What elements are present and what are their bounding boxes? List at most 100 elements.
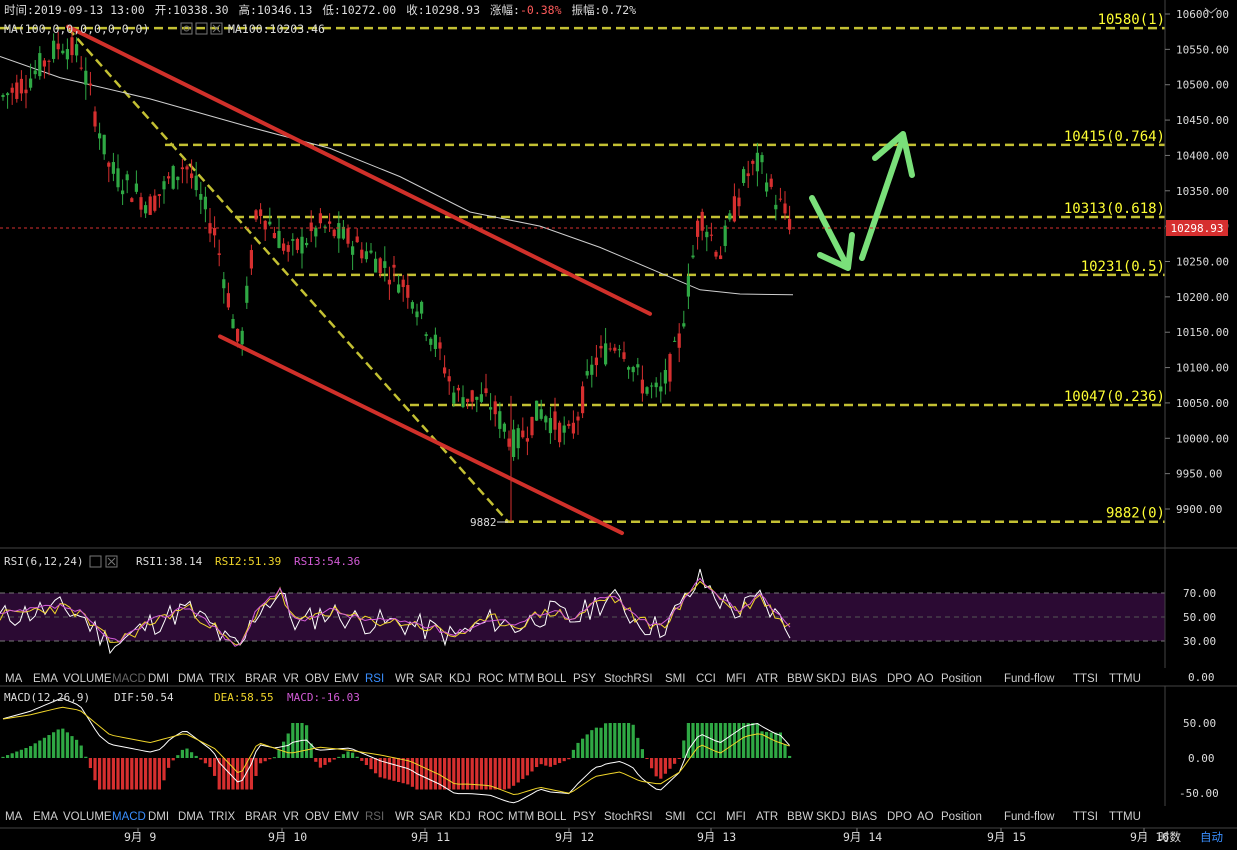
indicator-tab[interactable]: EMA [33,811,58,823]
indicator-tab[interactable]: BRAR [245,811,277,823]
indicator-tab[interactable]: MTM [508,673,534,685]
indicator-tab[interactable]: OBV [305,811,330,823]
indicator-tab[interactable]: ROC [478,811,504,823]
indicator-tab[interactable]: DMI [148,673,169,685]
macd-bar [530,758,534,772]
indicator-tab[interactable]: DPO [887,811,912,823]
indicator-tab[interactable]: BIAS [851,673,878,685]
time-axis[interactable]: 9月 9 9月 10 9月 11 9月 12 9月 13 9月 14 9月 15 9月 16 [124,828,1169,844]
indicator-tab[interactable]: TTMU [1109,673,1141,685]
indicator-tab[interactable]: RSI [365,673,384,685]
indicator-tab[interactable]: MTM [508,811,534,823]
candle-body [594,357,598,366]
indicator-tab[interactable]: MFI [726,673,746,685]
indicator-tab[interactable]: VOLUME [63,673,112,685]
candle-body [88,83,92,86]
indicator-tab[interactable]: Position [941,673,982,685]
indicator-tab[interactable]: PSY [573,673,596,685]
indicator-tab[interactable]: DPO [887,673,912,685]
indicator-tab[interactable]: CCI [696,811,716,823]
indicator-tab[interactable]: EMA [33,673,58,685]
indicator-tab[interactable]: SAR [419,811,443,823]
indicator-tab[interactable]: TTMU [1109,811,1141,823]
candle-body [245,285,249,303]
price-panel[interactable]: 10580(1) 10415(0.764) 10313(0.618) 10231(0.… [0,0,1165,548]
macd-bar [42,737,46,758]
indicator-tab[interactable]: StochRSI [604,673,653,685]
indicator-tab[interactable]: EMV [334,811,359,823]
candle-body [452,392,456,404]
indicator-tab[interactable]: VR [283,673,299,685]
indicator-tab[interactable]: Position [941,811,982,823]
indicator-tab[interactable]: Fund-flow [1004,673,1055,685]
candle-body [217,253,221,255]
indicator-tab[interactable]: AO [917,811,934,823]
candle-body [144,205,148,214]
indicator-tab[interactable]: StochRSI [604,811,653,823]
indicator-tab[interactable]: WR [395,811,414,823]
macd-bar [525,758,529,776]
indicator-tab[interactable]: DMA [178,673,204,685]
indicator-tab[interactable]: Fund-flow [1004,811,1055,823]
indicator-tab[interactable]: OBV [305,673,330,685]
indicator-tab[interactable]: SAR [419,673,443,685]
indicator-tab[interactable]: TTSI [1073,673,1098,685]
indicator-tab[interactable]: PSY [573,811,596,823]
indicator-tab[interactable]: VOLUME [63,811,112,823]
price-tick-label: 10250.00 [1176,256,1229,269]
indicator-tab[interactable]: ATR [756,811,778,823]
macd-bar [162,758,166,781]
indicator-tab[interactable]: BOLL [537,811,567,823]
indicator-tab[interactable]: BIAS [851,811,878,823]
indicator-tab[interactable]: BBW [787,673,813,685]
indicator-tab[interactable]: WR [395,673,414,685]
indicator-tab[interactable]: AO [917,673,934,685]
candle-body [254,210,258,220]
indicator-tab[interactable]: RSI [365,811,384,823]
chart-root[interactable]: 10580(1) 10415(0.764) 10313(0.618) 10231(0.… [0,0,1237,846]
indicator-tab[interactable]: ROC [478,673,504,685]
indicator-tab[interactable]: SKDJ [816,673,845,685]
indicator-tab[interactable]: MACD [112,811,146,823]
price-axis[interactable]: 10600.00 10550.00 10500.00 10450.00 10400.00… [1164,0,1229,548]
indicator-tab[interactable]: DMI [148,811,169,823]
indicator-tab[interactable]: KDJ [449,673,471,685]
indicator-tab[interactable]: BOLL [537,673,567,685]
indicator-tab[interactable]: DMA [178,811,204,823]
indicator-tab[interactable]: TRIX [209,811,236,823]
candle-body [461,397,465,408]
macd-dif-value: DIF:50.54 [114,691,174,704]
macd-bar [6,755,10,758]
price-tick-label: 10450.00 [1176,114,1229,127]
indicator-tab[interactable]: MACD [112,673,146,685]
indicator-tab[interactable]: CCI [696,673,716,685]
indicator-tab[interactable]: SMI [665,811,685,823]
indicator-tab[interactable]: BBW [787,811,813,823]
macd-bar [1,756,5,758]
indicator-tab[interactable]: EMV [334,673,359,685]
macd-bar [608,723,612,758]
auto-scale-button[interactable]: 自动 [1200,830,1223,844]
fib-level-label: 10415(0.764) [1064,129,1165,145]
indicator-tab[interactable]: VR [283,811,299,823]
indicator-tab[interactable]: KDJ [449,811,471,823]
indicator-tab[interactable]: MA [5,811,23,823]
indicator-tab[interactable]: TRIX [209,673,236,685]
rsi-settings-icon[interactable] [89,555,102,568]
rsi-panel[interactable]: RSI(6,12,24) RSI1:38.14 RSI2:51.39 RSI3:… [0,548,1216,684]
indicator-tab[interactable]: TTSI [1073,811,1098,823]
candle-body [530,416,534,436]
indicator-tab[interactable]: SMI [665,673,685,685]
indicator-tab[interactable]: MA [5,673,23,685]
indicator-tabs-rsi[interactable]: MA EMA VOLUME MACD DMI DMA TRIX BRAR VR OBV EMV RSI… [5,673,1141,685]
info-low-label: 低: [322,3,340,17]
indicator-tabs-macd[interactable]: MA EMA VOLUME MACD DMI DMA TRIX BRAR VR OBV EMV RSI… [5,811,1141,823]
candle-body [162,181,166,190]
indicator-tab[interactable]: ATR [756,673,778,685]
indicator-tab[interactable]: BRAR [245,673,277,685]
indicator-tab[interactable]: SKDJ [816,811,845,823]
candle-body [199,194,203,200]
macd-panel[interactable]: MACD(12,26,9) DIF:50.54 DEA:58.55 MACD:-… [1,686,1219,806]
indicator-tab[interactable]: MFI [726,811,746,823]
candle-body [728,213,732,220]
